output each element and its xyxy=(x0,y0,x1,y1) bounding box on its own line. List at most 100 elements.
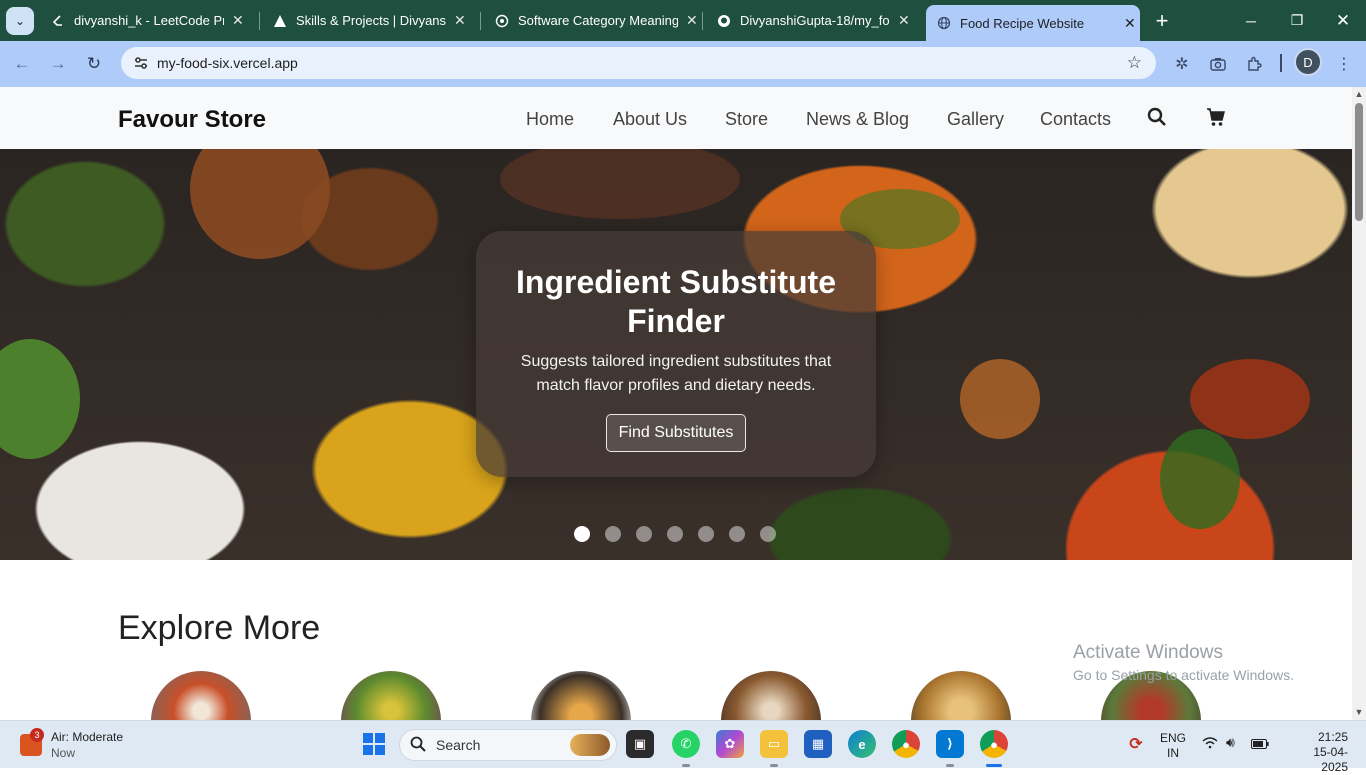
vscode-icon[interactable]: ⟩ xyxy=(936,730,964,758)
url-text[interactable]: my-food-six.vercel.app xyxy=(157,55,298,71)
chrome-icon[interactable]: ● xyxy=(892,730,920,758)
chrome-profile-icon[interactable]: ● xyxy=(980,730,1008,758)
tab-software-category[interactable]: Software Category Meaning ✕ xyxy=(484,5,700,36)
nav-about-us[interactable]: About Us xyxy=(613,109,687,130)
task-view-icon[interactable]: ▣ xyxy=(626,730,654,758)
globe-icon xyxy=(936,15,952,31)
restore-button[interactable]: ❐ xyxy=(1274,0,1320,41)
whatsapp-icon[interactable]: ✆ xyxy=(672,730,700,758)
nav-contacts[interactable]: Contacts xyxy=(1040,109,1111,130)
site-brand[interactable]: Favour Store xyxy=(118,106,266,134)
system-clock[interactable]: 21:25 15-04-2025 xyxy=(1304,730,1348,775)
tab-leetcode[interactable]: divyanshi_k - LeetCode Profile ✕ xyxy=(40,5,258,36)
carousel-dot[interactable] xyxy=(605,526,621,542)
activate-windows-subtitle: Go to Settings to activate Windows. xyxy=(1073,667,1294,683)
tab-title: Software Category Meaning xyxy=(518,13,678,28)
tab-github[interactable]: DivyanshiGupta-18/my_food ✕ xyxy=(706,5,922,36)
clock-time: 21:25 xyxy=(1317,730,1348,744)
minimize-button[interactable]: ─ xyxy=(1228,0,1274,41)
search-highlight-icon xyxy=(570,734,610,756)
cart-icon[interactable] xyxy=(1206,107,1226,132)
more-menu-icon[interactable]: ⋮ xyxy=(1332,52,1356,76)
start-button[interactable] xyxy=(360,730,388,758)
language-indicator[interactable]: ENG IN xyxy=(1160,731,1186,761)
scroll-thumb[interactable] xyxy=(1355,103,1363,221)
file-explorer-icon[interactable]: ▭ xyxy=(760,730,788,758)
tab-search-button[interactable]: ⌄ xyxy=(6,6,34,35)
close-icon[interactable]: ✕ xyxy=(686,12,698,29)
github-icon xyxy=(716,13,732,29)
web-page: Favour Store Home About Us Store News & … xyxy=(0,87,1352,720)
close-icon[interactable]: ✕ xyxy=(232,12,244,29)
running-indicator xyxy=(770,764,778,767)
copilot-icon[interactable]: ✿ xyxy=(716,730,744,758)
tab-title: Skills & Projects | Divyanshi Gupta xyxy=(296,13,446,28)
search-placeholder: Search xyxy=(436,737,481,753)
explore-item-image[interactable] xyxy=(721,671,821,720)
hero-caption-card: Ingredient Substitute Finder Suggests ta… xyxy=(476,231,876,477)
leetcode-icon xyxy=(50,13,66,29)
taskbar-search[interactable]: Search xyxy=(399,729,617,761)
tab-separator xyxy=(702,12,703,30)
carousel-dot[interactable] xyxy=(698,526,714,542)
plus-icon: + xyxy=(1155,8,1169,33)
site-info-icon[interactable] xyxy=(129,51,153,75)
explore-item-image[interactable] xyxy=(341,671,441,720)
toolbar-separator xyxy=(1280,54,1282,72)
tab-separator xyxy=(480,12,481,30)
back-button[interactable]: ← xyxy=(9,51,35,77)
activate-windows-title: Activate Windows xyxy=(1073,642,1223,663)
chevron-down-icon: ⌄ xyxy=(14,13,26,28)
restore-icon: ❐ xyxy=(1290,12,1304,28)
explore-item-image[interactable] xyxy=(151,671,251,720)
region-code: IN xyxy=(1167,746,1179,760)
nav-home[interactable]: Home xyxy=(526,109,574,130)
nav-news-blog[interactable]: News & Blog xyxy=(806,109,909,130)
ai-extension-icon[interactable]: ✲ xyxy=(1170,52,1194,76)
nav-store[interactable]: Store xyxy=(725,109,768,130)
weather-subtitle: Now xyxy=(51,746,76,760)
page-scrollbar[interactable]: ▲ ▼ xyxy=(1352,87,1366,720)
carousel-dot[interactable] xyxy=(729,526,745,542)
explore-item-image[interactable] xyxy=(531,671,631,720)
address-bar[interactable]: my-food-six.vercel.app ☆ xyxy=(121,47,1156,79)
tab-separator xyxy=(259,12,260,30)
windows-icon xyxy=(363,733,385,755)
weather-widget[interactable]: 3 Air: Moderate Now xyxy=(20,728,124,761)
microsoft-store-icon[interactable]: ▦ xyxy=(804,730,832,758)
volume-icon[interactable]: 🔊︎ xyxy=(1226,735,1235,750)
wifi-icon[interactable] xyxy=(1202,737,1218,753)
air-quality-icon: 3 xyxy=(20,728,44,756)
find-substitutes-button[interactable]: Find Substitutes xyxy=(605,414,747,452)
search-icon[interactable] xyxy=(1147,107,1167,132)
carousel-dot[interactable] xyxy=(574,526,590,542)
camera-icon[interactable] xyxy=(1206,52,1230,76)
nav-gallery[interactable]: Gallery xyxy=(947,109,1004,130)
carousel-dot[interactable] xyxy=(667,526,683,542)
weather-title: Air: Moderate xyxy=(51,730,124,744)
extensions-puzzle-icon[interactable] xyxy=(1242,52,1266,76)
scroll-down-icon[interactable]: ▼ xyxy=(1354,707,1364,717)
new-tab-button[interactable]: + xyxy=(1150,8,1174,34)
scroll-up-icon[interactable]: ▲ xyxy=(1354,89,1364,99)
forward-button[interactable]: → xyxy=(45,51,71,77)
close-icon[interactable]: ✕ xyxy=(1124,15,1136,32)
explore-item-image[interactable] xyxy=(911,671,1011,720)
running-indicator xyxy=(682,764,690,767)
close-icon[interactable]: ✕ xyxy=(898,12,910,29)
battery-icon[interactable] xyxy=(1251,738,1269,753)
tab-skills-projects[interactable]: Skills & Projects | Divyanshi Gupta ✕ xyxy=(262,5,478,36)
reload-button[interactable]: ↻ xyxy=(81,51,107,77)
carousel-dot[interactable] xyxy=(636,526,652,542)
language-code: ENG xyxy=(1160,731,1187,745)
edge-icon[interactable]: e xyxy=(848,730,876,758)
profile-avatar[interactable]: D xyxy=(1294,48,1322,76)
close-window-button[interactable]: ✕ xyxy=(1320,0,1366,41)
sync-icon[interactable]: ⟳ xyxy=(1122,730,1150,758)
hero-carousel[interactable]: Ingredient Substitute Finder Suggests ta… xyxy=(0,149,1352,560)
tab-food-recipe[interactable]: Food Recipe Website ✕ xyxy=(926,5,1140,41)
carousel-dot[interactable] xyxy=(760,526,776,542)
clock-date: 15-04-2025 xyxy=(1313,745,1348,774)
close-icon[interactable]: ✕ xyxy=(454,12,466,29)
bookmark-star-icon[interactable]: ☆ xyxy=(1127,53,1142,73)
